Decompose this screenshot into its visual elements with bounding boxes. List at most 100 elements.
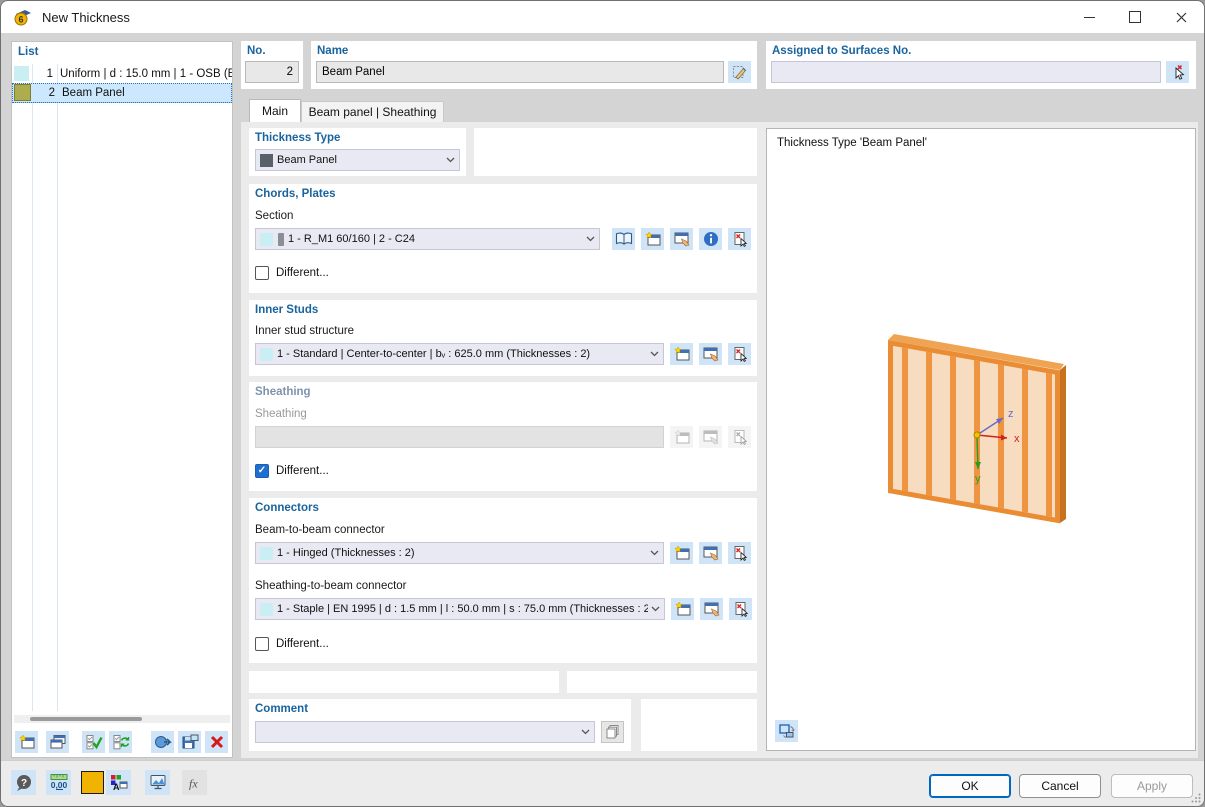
list-item-uniform[interactable]: 1 Uniform | d : 15.0 mm | 1 - OSB (EN bbox=[12, 64, 232, 83]
font-colors-icon: A bbox=[110, 774, 128, 791]
section-library-button[interactable] bbox=[612, 228, 635, 250]
apply-button[interactable]: Apply bbox=[1111, 774, 1193, 798]
connectors-different-row: Different... bbox=[255, 637, 329, 651]
color-swatch bbox=[14, 84, 31, 101]
chevron-down-icon bbox=[446, 157, 455, 163]
list-item-text: Beam Panel bbox=[60, 87, 125, 99]
tab-main[interactable]: Main bbox=[249, 99, 301, 122]
scrollbar-thumb[interactable] bbox=[30, 717, 142, 721]
copy-item-button[interactable] bbox=[46, 731, 69, 753]
new-window-icon bbox=[673, 346, 691, 362]
close-button[interactable] bbox=[1158, 1, 1204, 33]
section-edit-button[interactable] bbox=[670, 228, 693, 250]
units-settings-button[interactable]: 0,00 bbox=[46, 770, 71, 795]
sheathing-different-checkbox[interactable] bbox=[255, 464, 269, 478]
rename-button[interactable] bbox=[728, 61, 751, 83]
thickness-type-group: Thickness Type Beam Panel bbox=[249, 128, 466, 176]
edit-window-icon bbox=[702, 429, 720, 445]
save-item-button[interactable] bbox=[178, 731, 201, 753]
invert-selection-icon bbox=[112, 734, 130, 750]
section-delete-button[interactable] bbox=[728, 228, 751, 250]
staple-connector-delete-button[interactable] bbox=[729, 598, 752, 620]
rendering-button[interactable] bbox=[145, 770, 170, 795]
chords-different-checkbox[interactable] bbox=[255, 266, 269, 280]
connectors-different-checkbox[interactable] bbox=[255, 637, 269, 651]
fx-icon: fx bbox=[186, 775, 204, 791]
reset-view-button[interactable] bbox=[775, 720, 798, 742]
sheathing-to-beam-dropdown[interactable]: 1 - Staple | EN 1995 | d : 1.5 mm | l : … bbox=[255, 598, 665, 620]
svg-text:A: A bbox=[113, 782, 120, 791]
section-info-button[interactable] bbox=[699, 228, 722, 250]
sheathing-different-label: Different... bbox=[276, 465, 329, 477]
list-item-text: Uniform | d : 15.0 mm | 1 - OSB (EN bbox=[58, 68, 232, 80]
resize-grip[interactable] bbox=[1191, 793, 1201, 803]
inner-stud-dropdown[interactable]: 1 - Standard | Center-to-center | bᵥ : 6… bbox=[255, 343, 664, 365]
thickness-app-icon: 6 bbox=[13, 7, 33, 27]
delete-item-button[interactable] bbox=[205, 731, 228, 753]
inner-stud-delete-button[interactable] bbox=[728, 343, 751, 365]
beam-to-beam-dropdown[interactable]: 1 - Hinged (Thicknesses : 2) bbox=[255, 542, 664, 564]
comment-dropdown[interactable] bbox=[255, 721, 595, 743]
ok-button[interactable]: OK bbox=[929, 774, 1011, 798]
title-bar: 6 New Thickness bbox=[1, 1, 1204, 33]
cancel-button[interactable]: Cancel bbox=[1019, 774, 1101, 798]
sheathing-to-beam-label: Sheathing-to-beam connector bbox=[255, 580, 407, 592]
assigned-surfaces-input[interactable] bbox=[771, 61, 1161, 83]
sheathing-delete-button bbox=[728, 426, 751, 448]
tab-beam-panel-sheathing[interactable]: Beam panel | Sheathing bbox=[301, 101, 444, 122]
ok-label: OK bbox=[961, 779, 978, 793]
section-new-button[interactable] bbox=[641, 228, 664, 250]
beam-connector-swatch bbox=[260, 547, 273, 560]
list-horizontal-scrollbar[interactable] bbox=[14, 715, 230, 723]
list-item-beam-panel[interactable]: 2 Beam Panel bbox=[12, 83, 232, 103]
preview-panel: Thickness Type 'Beam Panel' bbox=[766, 128, 1196, 751]
new-item-button[interactable] bbox=[15, 731, 38, 753]
chevron-down-icon bbox=[651, 606, 660, 612]
staple-connector-edit-button[interactable] bbox=[700, 598, 723, 620]
delete-doc-icon bbox=[732, 429, 748, 445]
pick-cursor-icon bbox=[1170, 64, 1186, 80]
new-window-icon bbox=[673, 545, 691, 561]
minimize-button[interactable] bbox=[1066, 1, 1112, 33]
footer-bar: ? 0,00 A fx OK Cancel Apply bbox=[1, 760, 1204, 806]
tab-beam-sheathing-label: Beam panel | Sheathing bbox=[309, 105, 437, 119]
help-button[interactable]: ? bbox=[11, 770, 36, 795]
units-ruler-icon: 0,00 bbox=[49, 773, 69, 792]
info-icon bbox=[703, 231, 719, 247]
select-all-button[interactable] bbox=[82, 731, 105, 753]
empty-panel bbox=[567, 671, 757, 693]
save-icon bbox=[181, 734, 199, 750]
thickness-type-dropdown[interactable]: Beam Panel bbox=[255, 149, 460, 171]
maximize-button[interactable] bbox=[1112, 1, 1158, 33]
invert-selection-button[interactable] bbox=[109, 731, 132, 753]
display-properties-button[interactable]: A bbox=[106, 770, 131, 795]
inner-stud-edit-button[interactable] bbox=[699, 343, 722, 365]
beam-to-beam-label: Beam-to-beam connector bbox=[255, 524, 385, 536]
delete-doc-icon bbox=[733, 601, 749, 617]
copy-windows-icon bbox=[49, 734, 67, 750]
list-item-number: 1 bbox=[29, 68, 58, 80]
formula-button[interactable]: fx bbox=[182, 770, 207, 795]
beam-connector-edit-button[interactable] bbox=[699, 542, 722, 564]
connectors-group: Connectors Beam-to-beam connector 1 - Hi… bbox=[249, 498, 757, 663]
empty-panel bbox=[249, 671, 559, 693]
connectors-different-label: Different... bbox=[276, 638, 329, 650]
sheathing-field-label: Sheathing bbox=[255, 408, 307, 420]
new-thickness-dialog: 6 New Thickness List 1 Uniform | d : 15.… bbox=[0, 0, 1205, 807]
delete-doc-icon bbox=[732, 346, 748, 362]
pick-surfaces-button[interactable] bbox=[1166, 61, 1189, 83]
sheathing-edit-button bbox=[699, 426, 722, 448]
inner-stud-structure-label: Inner stud structure bbox=[255, 325, 354, 337]
name-value: Beam Panel bbox=[322, 66, 385, 78]
name-input[interactable]: Beam Panel bbox=[316, 61, 724, 83]
beam-connector-delete-button[interactable] bbox=[728, 542, 751, 564]
assigned-surfaces-group: Assigned to Surfaces No. bbox=[766, 41, 1196, 89]
staple-connector-new-button[interactable] bbox=[671, 598, 694, 620]
inner-stud-new-button[interactable] bbox=[670, 343, 693, 365]
sheathing-title: Sheathing bbox=[255, 386, 311, 398]
color-picker-button[interactable] bbox=[81, 771, 104, 794]
comment-copy-button[interactable] bbox=[601, 721, 624, 743]
apply-to-button[interactable] bbox=[151, 731, 174, 753]
section-dropdown[interactable]: 1 - R_M1 60/160 | 2 - C24 bbox=[255, 228, 600, 250]
beam-connector-new-button[interactable] bbox=[670, 542, 693, 564]
